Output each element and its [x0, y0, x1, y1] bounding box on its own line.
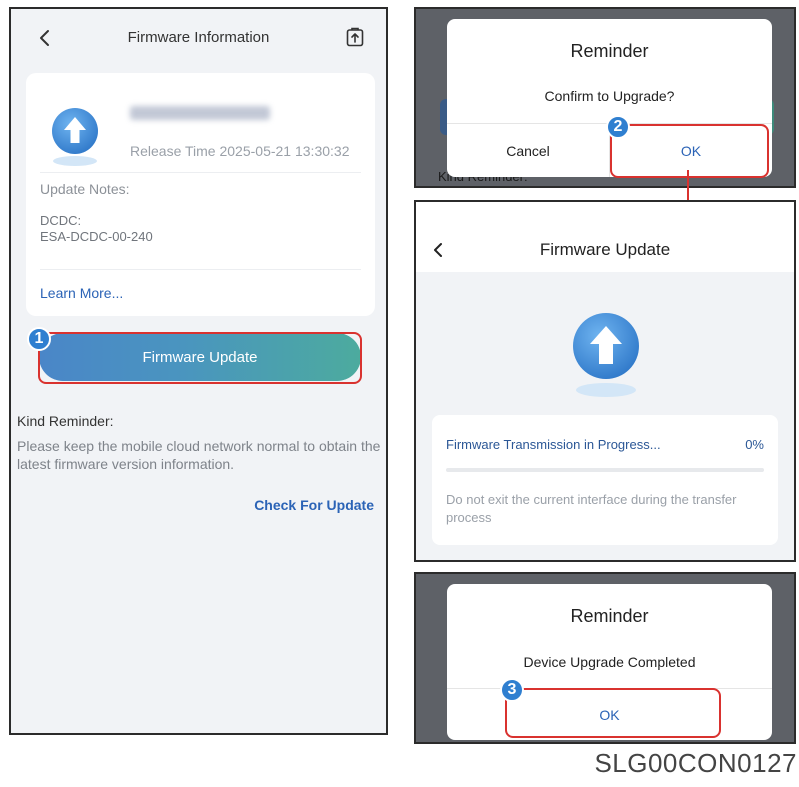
dialog-title: Reminder [570, 41, 649, 61]
step-badge: 1 [27, 327, 51, 351]
divider [40, 172, 361, 173]
dialog-message: Device Upgrade Completed [523, 654, 696, 670]
ok-button-label: OK [680, 142, 702, 159]
dialog-message: Confirm to Upgrade? [544, 88, 675, 104]
top-bar: Firmware Information [11, 9, 386, 65]
divider [40, 269, 361, 270]
upgrade-arrow-icon [563, 306, 649, 400]
step-badge: 2 [606, 115, 630, 139]
upgrade-arrow-icon [44, 103, 106, 167]
kind-reminder-title: Kind Reminder: [17, 413, 114, 429]
page-title: Firmware Update [539, 240, 671, 259]
step-badge: 3 [500, 678, 524, 702]
update-notes-label: Update Notes: [40, 181, 130, 197]
firmware-update-button-label: Firmware Update [142, 348, 258, 366]
release-time: Release Time 2025-05-21 13:30:32 [130, 143, 350, 159]
progress-bar [446, 468, 764, 472]
cancel-button[interactable]: Cancel [447, 124, 609, 177]
check-for-update-link[interactable]: Check For Update [254, 497, 374, 513]
update-notes-line: ESA-DCDC-00-240 [40, 229, 153, 244]
firmware-card: Release Time 2025-05-21 13:30:32 Update … [26, 73, 375, 316]
update-notes-line: DCDC: [40, 213, 82, 228]
progress-card: Firmware Transmission in Progress... 0% … [432, 415, 778, 545]
confirm-dialog: Reminder Confirm to Upgrade? Cancel OK [447, 19, 772, 177]
upgrade-complete-screen: Reminder Device Upgrade Completed OK 3 [414, 572, 796, 744]
update-notes: DCDC: ESA-DCDC-00-240 [40, 213, 153, 245]
progress-label: Firmware Transmission in Progress... [446, 437, 661, 452]
ok-button[interactable]: OK [447, 689, 772, 740]
firmware-information-screen: Firmware Information Release Time 2025-0… [9, 7, 388, 735]
firmware-name-blurred [130, 106, 270, 120]
figure-code: SLG00CON0127 [594, 748, 797, 778]
cancel-button-label: Cancel [506, 142, 550, 159]
firmware-update-screen: Firmware Update Firmware Transmission in… [414, 200, 796, 562]
dialog-title: Reminder [570, 606, 649, 626]
confirm-upgrade-screen: Kind Reminder: Reminder Confirm to Upgra… [414, 7, 796, 188]
learn-more-link[interactable]: Learn More... [40, 285, 123, 301]
kind-reminder-text: Please keep the mobile cloud network nor… [17, 438, 381, 472]
page-title: Firmware Information [127, 29, 270, 46]
progress-percent: 0% [745, 437, 764, 452]
top-bar: Firmware Update [416, 202, 794, 272]
complete-dialog: Reminder Device Upgrade Completed OK [447, 584, 772, 740]
export-icon[interactable] [346, 27, 364, 47]
firmware-update-button[interactable]: Firmware Update [39, 333, 361, 381]
transfer-warning: Do not exit the current interface during… [446, 492, 737, 525]
ok-button-label: OK [599, 706, 620, 723]
